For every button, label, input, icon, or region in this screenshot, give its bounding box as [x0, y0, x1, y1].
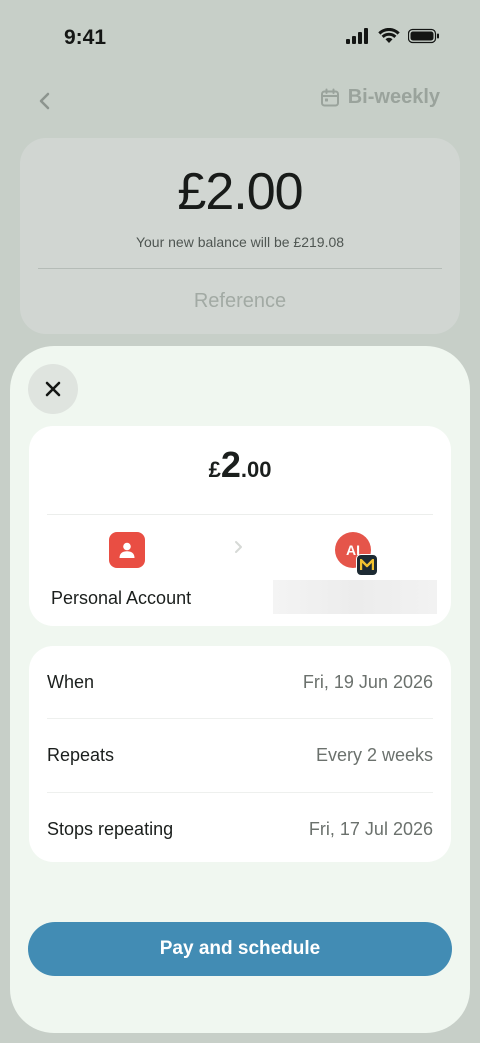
chevron-right-icon [233, 540, 245, 559]
calendar-icon [320, 88, 339, 106]
detail-row-repeats: Repeats Every 2 weeks [29, 719, 451, 791]
detail-row-when: When Fri, 19 Jun 2026 [29, 646, 451, 718]
divider [38, 268, 442, 269]
detail-label: When [47, 672, 95, 692]
detail-value: Fri, 19 Jun 2026 [302, 672, 433, 692]
schedule-details-card: When Fri, 19 Jun 2026 Repeats Every 2 we… [29, 646, 451, 862]
battery-icon [407, 28, 440, 49]
amount-currency: £ [208, 457, 221, 482]
divider [47, 514, 433, 515]
transfer-summary-card: £2.00 AI Personal Account [29, 426, 451, 626]
reference-input[interactable]: Reference [20, 290, 460, 313]
detail-row-stops-repeating: Stops repeating Fri, 17 Jul 2026 [29, 793, 451, 865]
close-icon [45, 381, 61, 397]
status-icons [346, 27, 440, 49]
amount-decimal: .00 [240, 457, 272, 482]
payment-amount-card: £2.00 Your new balance will be £219.08 R… [20, 138, 460, 334]
nav-bar: Bi-weekly [0, 78, 480, 122]
personal-account-icon [109, 532, 145, 568]
chevron-left-icon [39, 92, 50, 110]
bank-logo-icon [356, 554, 378, 576]
wifi-icon [378, 27, 400, 49]
payment-amount: £2.00 [177, 163, 303, 221]
from-account-name: Personal Account [51, 588, 192, 608]
signal-icon [346, 28, 370, 49]
pay-and-schedule-button[interactable]: Pay and schedule [28, 922, 452, 976]
detail-value: Fri, 17 Jul 2026 [308, 819, 433, 839]
status-time: 9:41 [64, 26, 107, 49]
person-icon [119, 542, 135, 558]
close-button[interactable] [28, 364, 78, 414]
transfer-amount: £2.00 [29, 444, 451, 486]
detail-label: Stops repeating [47, 819, 174, 839]
frequency-label: Bi-weekly [347, 86, 440, 108]
status-bar: 9:41 [0, 0, 480, 78]
detail-label: Repeats [47, 745, 115, 765]
frequency-button[interactable]: Bi-weekly [320, 86, 440, 109]
back-button[interactable] [30, 86, 60, 116]
recipient-name-redacted [273, 580, 437, 614]
new-balance-text: Your new balance will be £219.08 [135, 234, 345, 250]
amount-whole: 2 [220, 444, 241, 485]
detail-value: Every 2 weeks [315, 745, 433, 765]
confirm-sheet: £2.00 AI Personal Account When Fri, 19 J… [10, 346, 470, 1033]
